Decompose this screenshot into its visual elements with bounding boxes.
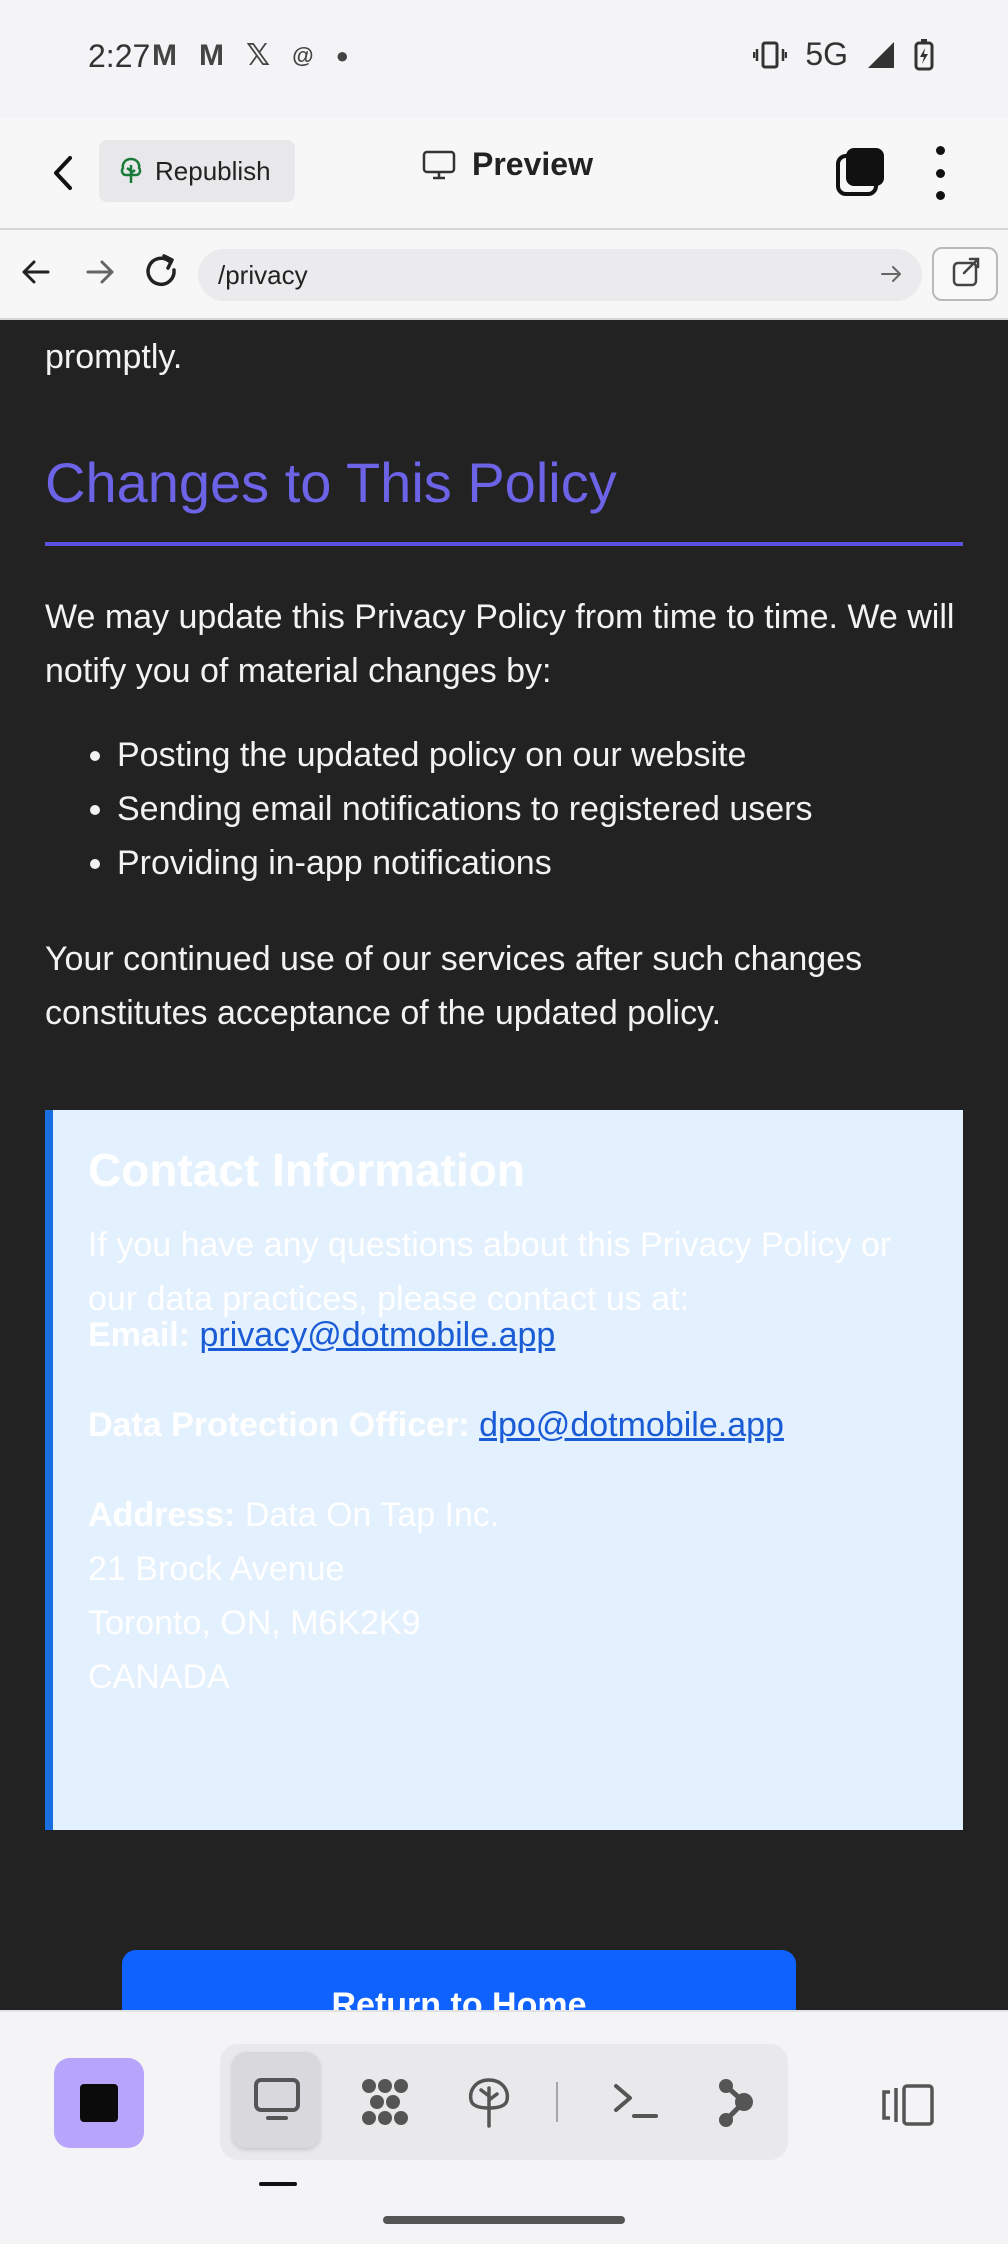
tool-group <box>220 2044 788 2160</box>
contact-address: Address: Data On Tap Inc. 21 Brock Avenu… <box>88 1488 908 1704</box>
address-line: Data On Tap Inc. <box>244 1496 500 1534</box>
previous-section-text: promptly. <box>45 338 183 376</box>
nodes-icon <box>362 2079 408 2125</box>
preview-icon <box>254 2078 300 2120</box>
graph-tool-button[interactable] <box>694 2052 782 2148</box>
network-type: 5G <box>805 36 848 72</box>
list-item: Sending email notifications to registere… <box>117 782 963 836</box>
preview-label: Preview <box>472 146 593 182</box>
threads-icon: @ <box>292 42 314 68</box>
url-text: /privacy <box>218 260 308 290</box>
monitor-icon <box>422 150 456 179</box>
closing-paragraph: Your continued use of our services after… <box>45 940 863 1032</box>
stop-button[interactable] <box>54 2058 144 2148</box>
browser-url-bar: /privacy <box>0 228 1008 320</box>
url-input[interactable]: /privacy <box>198 249 922 301</box>
arrow-forward-icon[interactable] <box>80 252 120 292</box>
contact-info-box: Contact Information If you have any ques… <box>45 1110 963 1830</box>
external-link-icon <box>952 257 980 287</box>
signal-icon <box>868 41 894 68</box>
graph-icon <box>719 2079 753 2127</box>
notification-icons: M M 𝕏 @ ● <box>152 38 349 73</box>
open-external-button[interactable] <box>932 247 998 301</box>
nodes-tool-button[interactable] <box>338 2052 426 2148</box>
intro-paragraph: We may update this Privacy Policy from t… <box>45 598 955 690</box>
tree-icon <box>120 157 142 183</box>
panel-toggle-icon[interactable] <box>880 2082 936 2128</box>
deploy-tool-button[interactable] <box>444 2052 532 2148</box>
address-line: 21 Brock Avenue <box>88 1550 345 1588</box>
contact-dpo-line: Data Protection Officer: dpo@dotmobile.a… <box>88 1398 784 1452</box>
tabs-switcher-icon[interactable] <box>836 146 886 196</box>
active-tool-indicator <box>259 2182 297 2186</box>
x-icon: 𝕏 <box>246 39 271 72</box>
terminal-icon <box>614 2084 658 2118</box>
gmail-icon: M <box>199 38 224 72</box>
stop-icon <box>80 2084 118 2122</box>
address-line: CANADA <box>88 1658 230 1696</box>
list-item: Posting the updated policy on our websit… <box>117 728 963 782</box>
list-item: Providing in-app notifications <box>117 836 963 890</box>
contact-email-line: Email: privacy@dotmobile.app <box>88 1308 555 1362</box>
section-heading: Changes to This Policy <box>45 451 617 514</box>
vibrate-icon <box>753 41 788 68</box>
heading-divider <box>45 542 963 546</box>
gmail-icon: M <box>152 38 177 72</box>
republish-button[interactable]: Republish <box>99 140 295 202</box>
notification-methods-list: Posting the updated policy on our websit… <box>45 728 963 890</box>
return-home-button[interactable]: Return to Home <box>122 1950 796 2010</box>
home-indicator[interactable] <box>383 2216 625 2224</box>
terminal-tool-button[interactable] <box>590 2052 678 2148</box>
back-button[interactable] <box>44 148 84 198</box>
go-arrow-icon[interactable] <box>878 261 904 287</box>
deploy-icon <box>468 2078 510 2128</box>
dpo-label: Data Protection Officer: <box>88 1406 470 1444</box>
system-icons: 5G <box>753 36 934 73</box>
status-bar: 2:27 M M 𝕏 @ ● 5G <box>0 0 1008 118</box>
contact-title: Contact Information <box>88 1144 525 1196</box>
dpo-email-link[interactable]: dpo@dotmobile.app <box>479 1406 784 1444</box>
bottom-toolbar <box>0 2010 1008 2244</box>
battery-charging-icon <box>914 38 934 70</box>
toolbar-divider <box>556 2082 558 2122</box>
address-label: Address: <box>88 1496 236 1534</box>
republish-label: Republish <box>155 155 271 186</box>
arrow-back-icon[interactable] <box>16 252 56 292</box>
more-options-button[interactable] <box>924 146 956 200</box>
email-link[interactable]: privacy@dotmobile.app <box>200 1316 556 1354</box>
preview-title: Preview <box>422 146 593 183</box>
reload-icon[interactable] <box>142 252 182 292</box>
dot-icon: ● <box>335 42 349 68</box>
status-time: 2:27 <box>88 38 151 74</box>
app-header: Republish Preview <box>0 118 1008 228</box>
email-label: Email: <box>88 1316 191 1354</box>
preview-tool-button[interactable] <box>232 2052 320 2148</box>
web-page-content: promptly. Changes to This Policy We may … <box>0 320 1008 2010</box>
address-line: Toronto, ON, M6K2K9 <box>88 1604 421 1642</box>
